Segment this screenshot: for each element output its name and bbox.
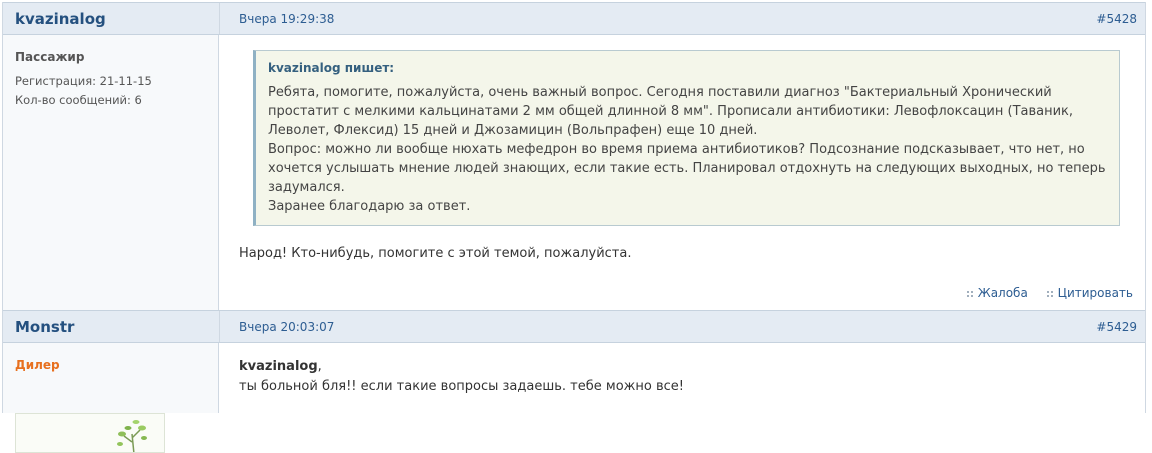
post-author-link[interactable]: kvazinalog [15,10,106,28]
post-message: ты больной бля!! если такие вопросы зада… [239,379,684,394]
author-messages-count: Кол-во сообщений: 6 [15,93,142,107]
quote-block: kvazinalog пишет: Ребята, помогите, пожа… [253,50,1120,226]
quote-button[interactable]: Цитировать [1045,286,1133,300]
grip-icon [965,289,974,298]
quote-author: kvazinalog пишет: [268,61,395,75]
post-actions: Жалоба Цитировать [952,286,1133,300]
header-divider [219,311,220,342]
post-author-link[interactable]: Monstr [15,318,74,336]
post-header: Monstr Вчера 20:03:07 #5429 [3,310,1145,343]
author-rank: Пассажир [15,50,85,64]
author-rank: Дилер [15,358,60,372]
report-button[interactable]: Жалоба [965,286,1028,300]
post-date: Вчера 19:29:38 [239,12,335,26]
reply-comma: , [317,359,322,374]
author-registration: Регистрация: 21-11-15 [15,74,152,88]
author-sidebar: Пассажир Регистрация: 21-11-15 Кол-во со… [3,35,219,310]
quote-text: Ребята, помогите, пожалуйста, очень важн… [268,85,1106,214]
quote-label: Цитировать [1057,286,1133,300]
post-date: Вчера 20:03:07 [239,320,335,334]
avatar [15,413,165,453]
post-body: Пассажир Регистрация: 21-11-15 Кол-во со… [3,35,1145,310]
post-5429: Monstr Вчера 20:03:07 #5429 Дилер kvazin… [2,310,1146,453]
reply-to-author[interactable]: kvazinalog [239,359,318,374]
report-label: Жалоба [977,286,1028,300]
post-body: Дилер kvazinalog, ты больной бля!! если … [3,343,1145,453]
post-header: kvazinalog Вчера 19:29:38 #5428 [3,2,1145,35]
avatar-plant-image [117,420,147,452]
author-sidebar: Дилер [3,343,219,453]
grip-icon [1045,289,1054,298]
header-divider [219,3,220,34]
post-5428: kvazinalog Вчера 19:29:38 #5428 Пассажир… [2,2,1146,310]
post-number-link[interactable]: #5428 [1096,12,1137,26]
post-number-link[interactable]: #5429 [1096,320,1137,334]
reply-header: kvazinalog, [239,357,322,376]
post-message: Народ! Кто-нибудь, помогите с этой темой… [239,246,632,261]
